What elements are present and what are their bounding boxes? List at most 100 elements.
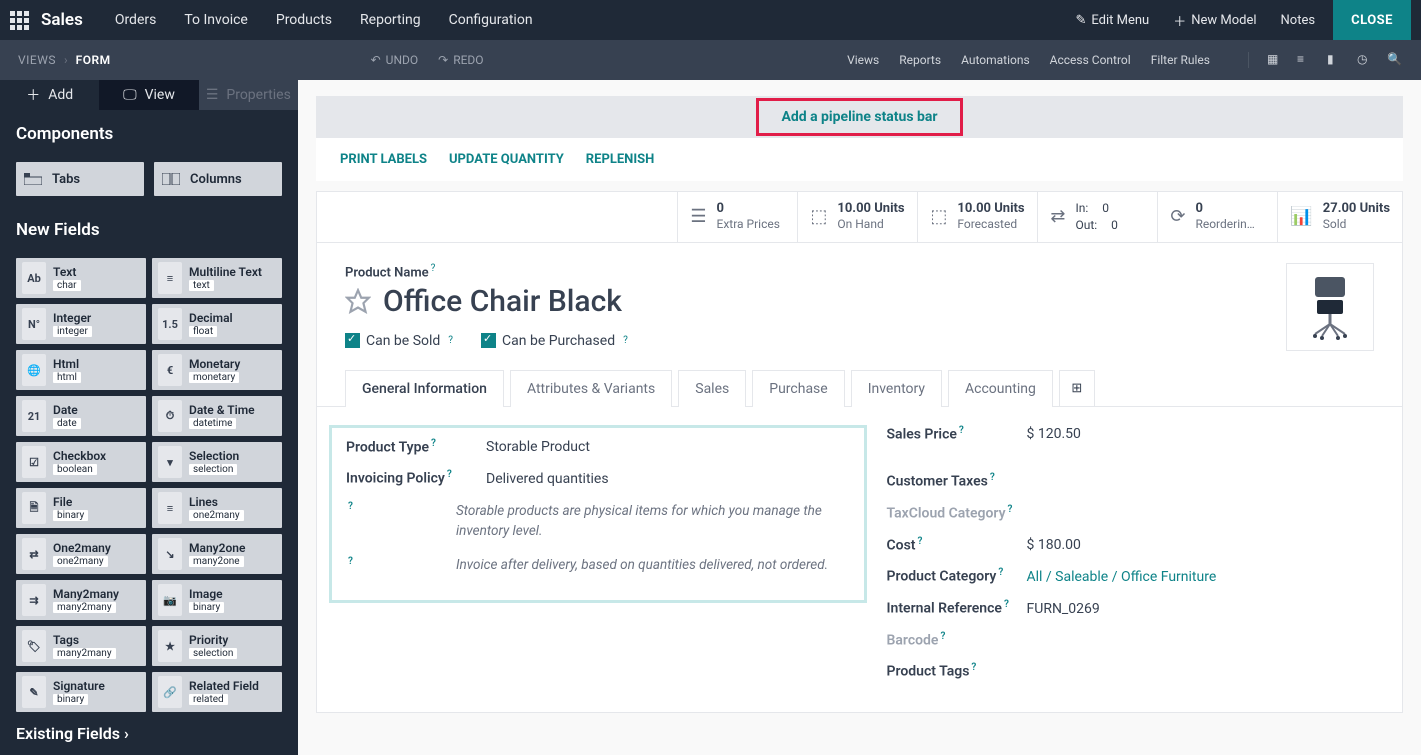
close-button[interactable]: CLOSE bbox=[1333, 0, 1411, 40]
field-card-datetime[interactable]: ⏱Date & Timedatetime bbox=[152, 396, 282, 436]
card-view-icon[interactable]: ▦ bbox=[1267, 52, 1283, 68]
field-card-monetary[interactable]: €Monetarymonetary bbox=[152, 350, 282, 390]
field-card-binary[interactable]: 🗎Filebinary bbox=[16, 488, 146, 528]
help-icon[interactable]: ? bbox=[971, 662, 976, 673]
help-icon[interactable]: ? bbox=[348, 556, 353, 567]
kanban-view-icon[interactable]: ▮ bbox=[1327, 52, 1343, 68]
stat-on-hand[interactable]: ⬚ 10.00 UnitsOn Hand bbox=[797, 192, 917, 242]
product-image[interactable] bbox=[1286, 263, 1374, 351]
print-labels-button[interactable]: PRINT LABELS bbox=[340, 152, 427, 167]
apps-icon[interactable] bbox=[10, 11, 29, 30]
menu-configuration[interactable]: Configuration bbox=[435, 12, 547, 28]
stat-in-out[interactable]: ⇄ In:0 Out:0 bbox=[1037, 192, 1157, 242]
sidebar-tab-view[interactable]: 🖵View bbox=[99, 80, 198, 110]
list-view-icon[interactable]: ≡ bbox=[1297, 52, 1313, 68]
field-value[interactable]: All / Saleable / Office Furniture bbox=[1027, 569, 1391, 585]
field-card-integer[interactable]: N°Integerinteger bbox=[16, 304, 146, 344]
replenish-button[interactable]: REPLENISH bbox=[586, 152, 655, 167]
field-value[interactable]: $ 180.00 bbox=[1027, 537, 1391, 553]
can-be-purchased-checkbox[interactable]: Can be Purchased? bbox=[481, 333, 628, 349]
field-type-icon: ⇉ bbox=[22, 584, 46, 616]
edit-menu-button[interactable]: ✎Edit Menu bbox=[1063, 13, 1161, 28]
brand-title[interactable]: Sales bbox=[41, 10, 83, 30]
link-views[interactable]: Views bbox=[847, 53, 879, 67]
field-card-type: many2many bbox=[53, 602, 116, 613]
notes-button[interactable]: Notes bbox=[1269, 13, 1328, 28]
stat-sold[interactable]: 📊 27.00 UnitsSold bbox=[1277, 192, 1402, 242]
help-icon[interactable]: ? bbox=[431, 263, 436, 274]
field-card-related[interactable]: 🔗Related Fieldrelated bbox=[152, 672, 282, 712]
field-value[interactable]: Storable Product bbox=[486, 439, 850, 455]
field-card-many2many[interactable]: 🏷Tagsmany2many bbox=[16, 626, 146, 666]
field-card-many2many[interactable]: ⇉Many2manymany2many bbox=[16, 580, 146, 620]
field-card-html[interactable]: 🌐Htmlhtml bbox=[16, 350, 146, 390]
field-card-binary[interactable]: 📷Imagebinary bbox=[152, 580, 282, 620]
can-be-sold-checkbox[interactable]: Can be Sold? bbox=[345, 333, 453, 349]
help-icon[interactable]: ? bbox=[431, 438, 436, 449]
field-card-selection[interactable]: ▾Selectionselection bbox=[152, 442, 282, 482]
help-icon[interactable]: ? bbox=[940, 631, 945, 642]
breadcrumb-views[interactable]: VIEWS bbox=[18, 53, 56, 67]
tab-purchase[interactable]: Purchase bbox=[752, 370, 844, 407]
link-access-control[interactable]: Access Control bbox=[1050, 53, 1131, 67]
field-type-icon: ✎ bbox=[22, 676, 46, 708]
tab-accounting[interactable]: Accounting bbox=[948, 370, 1053, 407]
component-tabs[interactable]: Tabs bbox=[16, 162, 144, 196]
field-card-boolean[interactable]: ☑Checkboxboolean bbox=[16, 442, 146, 482]
add-pipeline-link[interactable]: Add a pipeline status bar bbox=[781, 109, 937, 125]
help-icon[interactable]: ? bbox=[623, 335, 628, 346]
field-card-many2one[interactable]: ↘Many2onemany2one bbox=[152, 534, 282, 574]
help-icon[interactable]: ? bbox=[448, 335, 453, 346]
redo-button[interactable]: ↷REDO bbox=[438, 53, 483, 67]
field-card-selection[interactable]: ★Priorityselection bbox=[152, 626, 282, 666]
field-value[interactable]: $ 120.50 bbox=[1027, 426, 1391, 442]
link-automations[interactable]: Automations bbox=[961, 53, 1030, 67]
field-card-binary[interactable]: ✎Signaturebinary bbox=[16, 672, 146, 712]
product-name-value[interactable]: Office Chair Black bbox=[383, 284, 622, 319]
help-icon[interactable]: ? bbox=[990, 472, 995, 483]
component-columns[interactable]: Columns bbox=[154, 162, 282, 196]
sidebar-tab-properties[interactable]: ☰Properties bbox=[199, 80, 298, 110]
search-icon[interactable]: 🔍 bbox=[1387, 52, 1403, 68]
link-filter-rules[interactable]: Filter Rules bbox=[1151, 53, 1210, 67]
undo-button[interactable]: ↶UNDO bbox=[371, 53, 419, 67]
help-icon[interactable]: ? bbox=[447, 469, 452, 480]
field-card-one2many[interactable]: ⇄One2manyone2many bbox=[16, 534, 146, 574]
activity-view-icon[interactable]: ◷ bbox=[1357, 52, 1373, 68]
help-icon[interactable]: ? bbox=[959, 425, 964, 436]
add-tab-button[interactable]: ⊞ bbox=[1059, 370, 1095, 407]
update-quantity-button[interactable]: UPDATE QUANTITY bbox=[449, 152, 564, 167]
stat-reordering[interactable]: ⟳ 0Reorderin… bbox=[1157, 192, 1277, 242]
field-card-text[interactable]: ≡Multiline Texttext bbox=[152, 258, 282, 298]
field-card-label: Date bbox=[53, 403, 140, 417]
menu-to-invoice[interactable]: To Invoice bbox=[170, 12, 262, 28]
tab-general-info[interactable]: General Information bbox=[345, 370, 504, 407]
new-model-button[interactable]: ＋New Model bbox=[1161, 11, 1268, 30]
field-card-date[interactable]: 21Datedate bbox=[16, 396, 146, 436]
help-icon[interactable]: ? bbox=[348, 501, 353, 512]
field-card-char[interactable]: AbTextchar bbox=[16, 258, 146, 298]
field-value[interactable]: FURN_0269 bbox=[1027, 601, 1391, 617]
field-value[interactable]: Delivered quantities bbox=[486, 471, 850, 487]
tab-attributes[interactable]: Attributes & Variants bbox=[510, 370, 672, 407]
chart-icon: 📊 bbox=[1290, 206, 1312, 227]
help-icon[interactable]: ? bbox=[998, 567, 1003, 578]
stat-extra-prices[interactable]: ☰ 0Extra Prices bbox=[677, 192, 797, 242]
tab-sales[interactable]: Sales bbox=[678, 370, 746, 407]
help-icon[interactable]: ? bbox=[1004, 599, 1009, 610]
field-card-float[interactable]: 1.5Decimalfloat bbox=[152, 304, 282, 344]
field-card-one2many[interactable]: ≡Linesone2many bbox=[152, 488, 282, 528]
menu-orders[interactable]: Orders bbox=[101, 12, 171, 28]
help-icon[interactable]: ? bbox=[1008, 504, 1013, 515]
sidebar-tab-add[interactable]: ＋Add bbox=[0, 80, 99, 110]
stat-forecasted[interactable]: ⬚ 10.00 UnitsForecasted bbox=[917, 192, 1037, 242]
field-card-label: Multiline Text bbox=[189, 265, 276, 279]
existing-fields-toggle[interactable]: Existing Fields › bbox=[0, 712, 298, 755]
link-reports[interactable]: Reports bbox=[899, 53, 941, 67]
refresh-icon: ⟳ bbox=[1170, 206, 1185, 227]
help-icon[interactable]: ? bbox=[917, 536, 922, 547]
tab-inventory[interactable]: Inventory bbox=[851, 370, 942, 407]
favorite-star-icon[interactable] bbox=[345, 288, 371, 314]
menu-reporting[interactable]: Reporting bbox=[346, 12, 435, 28]
menu-products[interactable]: Products bbox=[262, 12, 346, 28]
